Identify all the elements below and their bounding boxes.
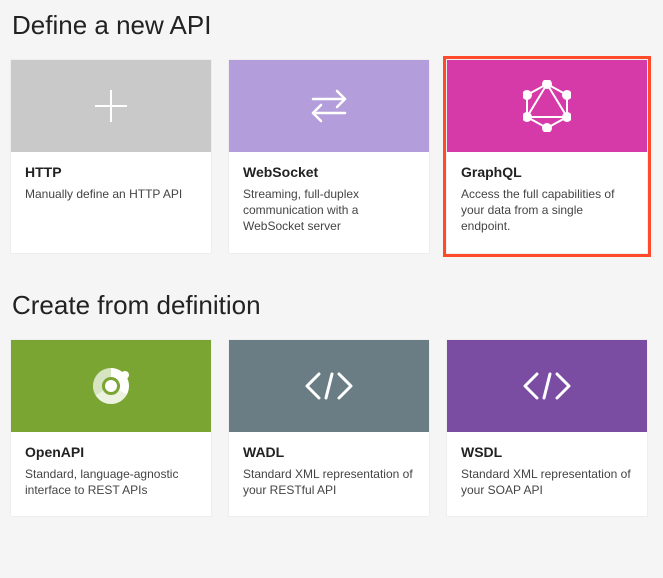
define-card-row: HTTP Manually define an HTTP API WebSock… bbox=[10, 59, 653, 254]
plus-icon bbox=[11, 60, 211, 152]
card-title: GraphQL bbox=[461, 164, 633, 180]
card-body: WSDL Standard XML representation of your… bbox=[447, 432, 647, 516]
card-desc: Manually define an HTTP API bbox=[25, 186, 197, 202]
arrows-exchange-icon bbox=[229, 60, 429, 152]
create-card-row: OpenAPI Standard, language-agnostic inte… bbox=[10, 339, 653, 517]
card-body: WebSocket Streaming, full-duplex communi… bbox=[229, 152, 429, 253]
card-title: OpenAPI bbox=[25, 444, 197, 460]
card-desc: Access the full capabilities of your dat… bbox=[461, 186, 633, 235]
card-title: HTTP bbox=[25, 164, 197, 180]
card-openapi[interactable]: OpenAPI Standard, language-agnostic inte… bbox=[10, 339, 212, 517]
card-wsdl[interactable]: WSDL Standard XML representation of your… bbox=[446, 339, 648, 517]
card-websocket[interactable]: WebSocket Streaming, full-duplex communi… bbox=[228, 59, 430, 254]
card-graphql[interactable]: GraphQL Access the full capabilities of … bbox=[446, 59, 648, 254]
card-desc: Standard XML representation of your SOAP… bbox=[461, 466, 633, 498]
graphql-icon bbox=[447, 60, 647, 152]
section-title-create: Create from definition bbox=[12, 290, 653, 321]
card-wadl[interactable]: WADL Standard XML representation of your… bbox=[228, 339, 430, 517]
card-body: GraphQL Access the full capabilities of … bbox=[447, 152, 647, 253]
card-http[interactable]: HTTP Manually define an HTTP API bbox=[10, 59, 212, 254]
code-brackets-icon bbox=[229, 340, 429, 432]
card-body: OpenAPI Standard, language-agnostic inte… bbox=[11, 432, 211, 516]
card-desc: Streaming, full-duplex communication wit… bbox=[243, 186, 415, 235]
card-desc: Standard XML representation of your REST… bbox=[243, 466, 415, 498]
card-body: WADL Standard XML representation of your… bbox=[229, 432, 429, 516]
openapi-icon bbox=[11, 340, 211, 432]
code-brackets-icon bbox=[447, 340, 647, 432]
card-body: HTTP Manually define an HTTP API bbox=[11, 152, 211, 253]
card-title: WSDL bbox=[461, 444, 633, 460]
card-desc: Standard, language-agnostic interface to… bbox=[25, 466, 197, 498]
section-title-define: Define a new API bbox=[12, 10, 653, 41]
card-title: WADL bbox=[243, 444, 415, 460]
card-title: WebSocket bbox=[243, 164, 415, 180]
